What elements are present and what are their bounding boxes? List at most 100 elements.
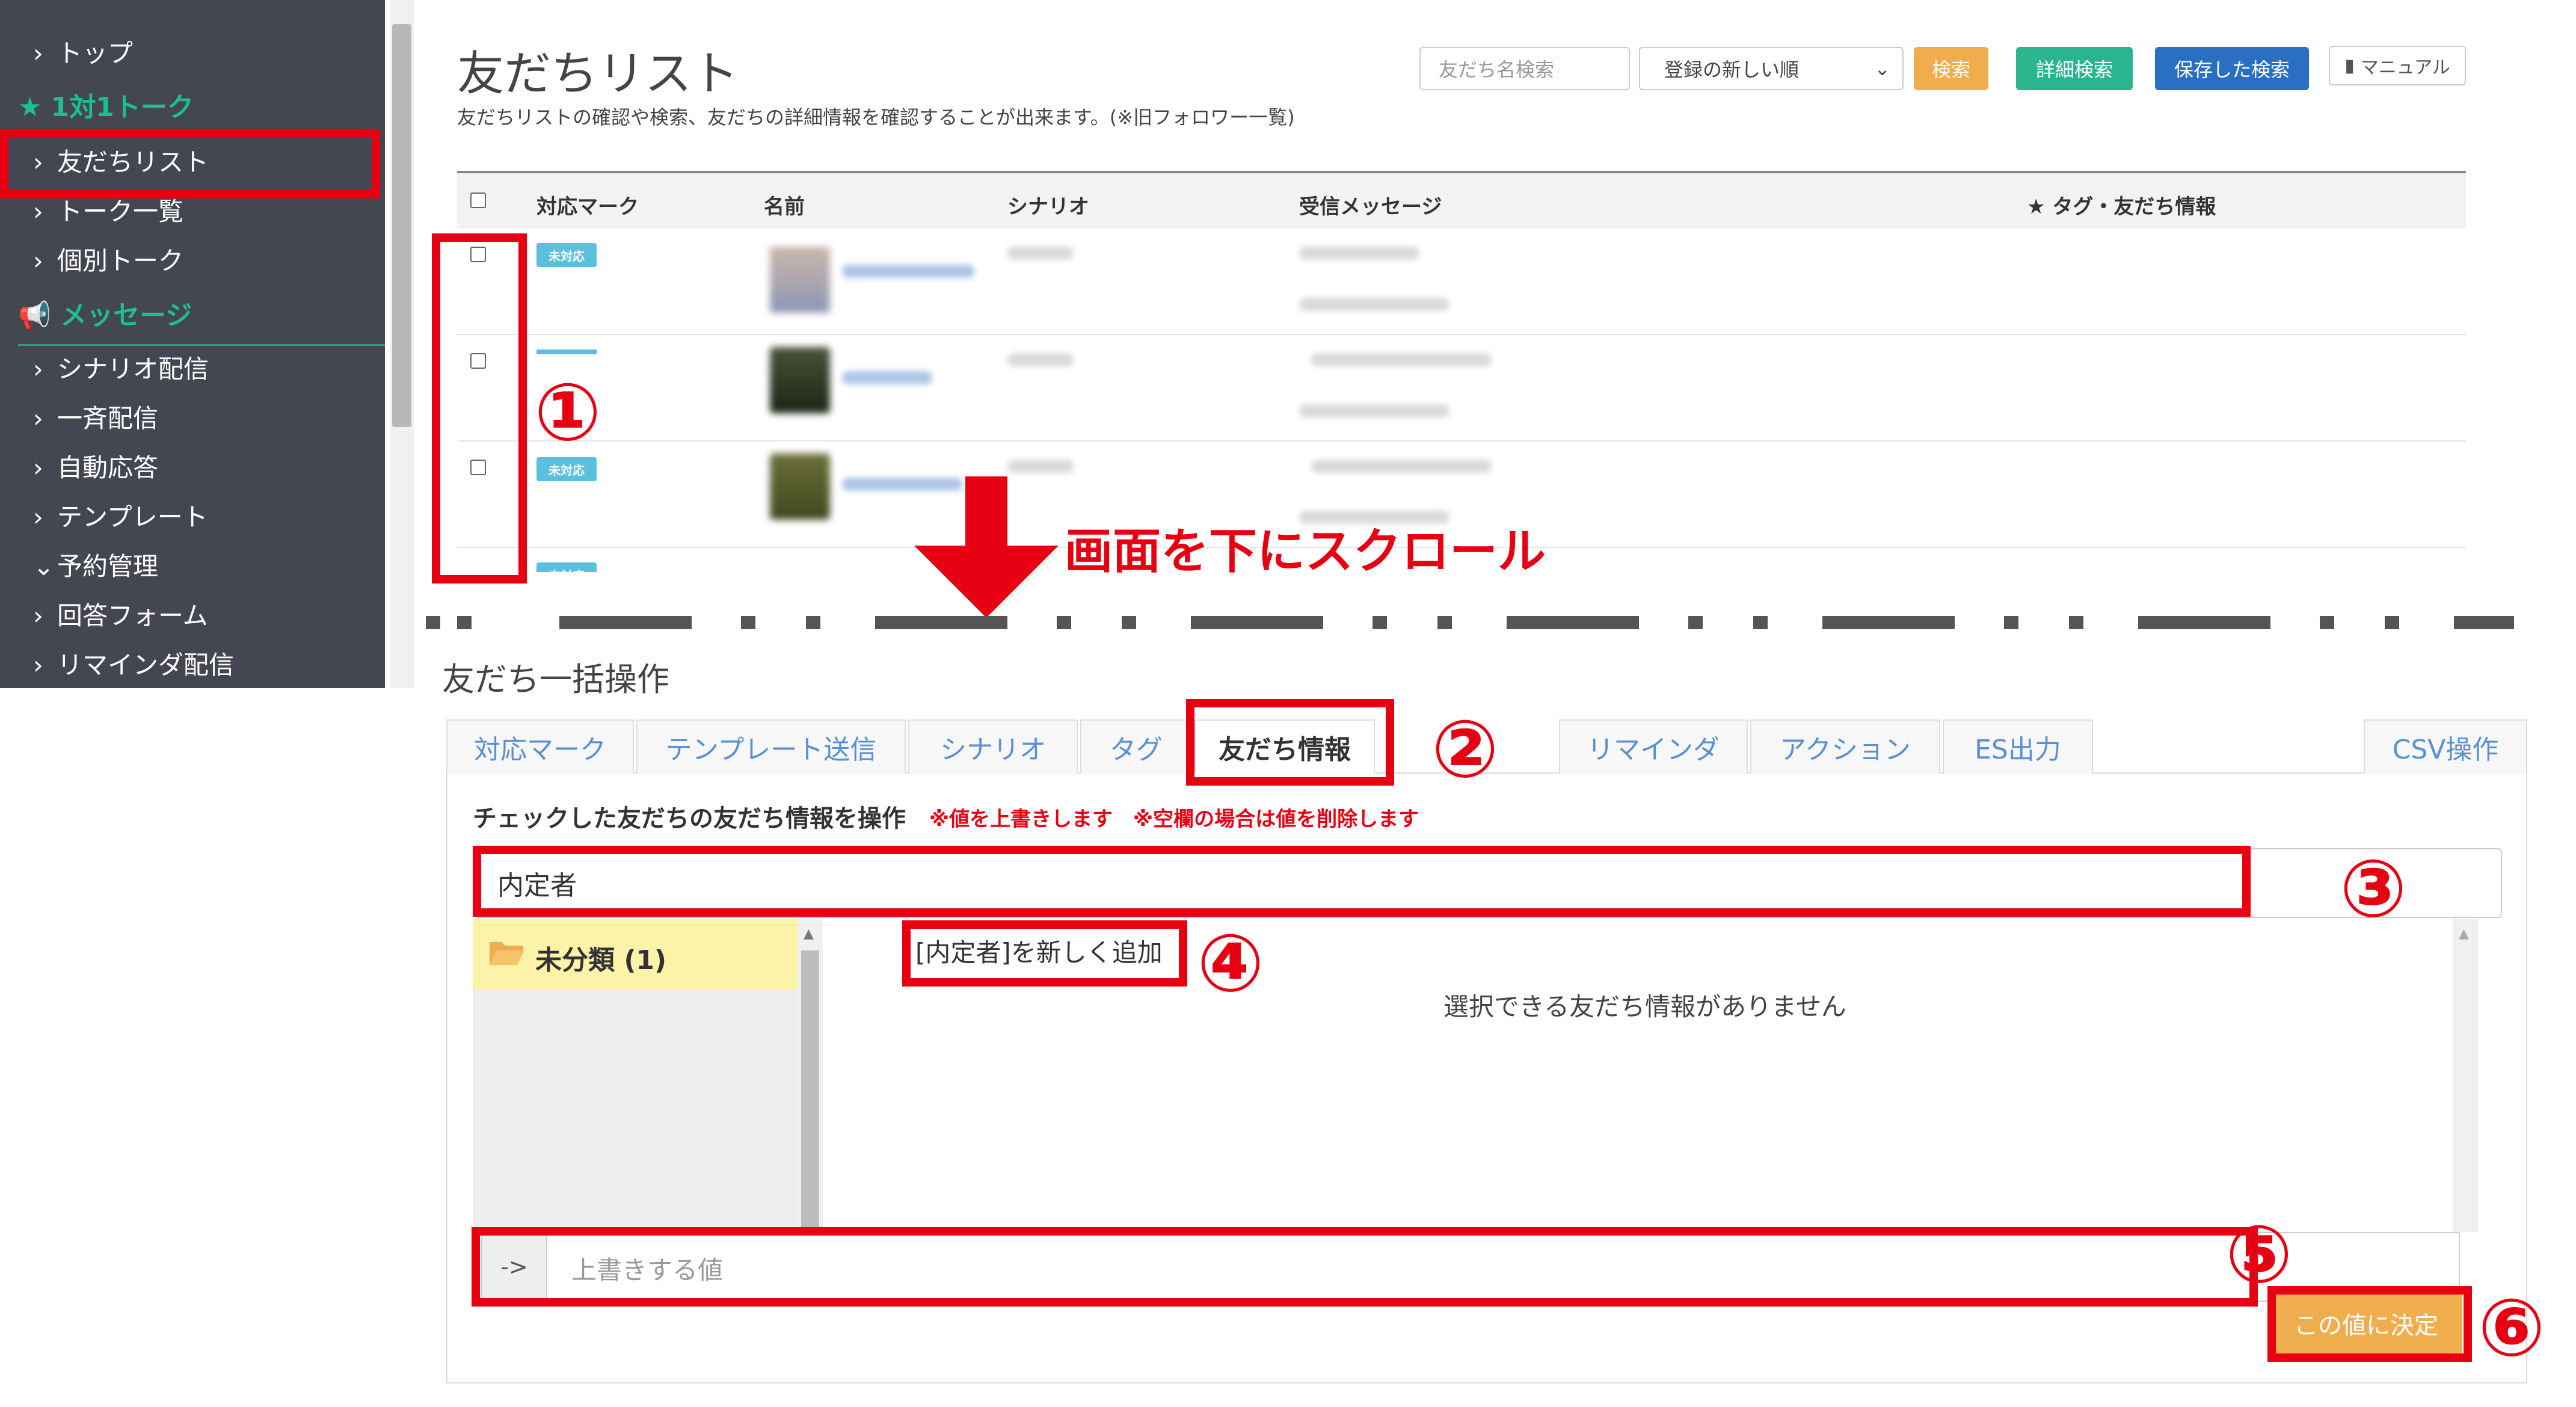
sidebar-item-scenario[interactable]: › シナリオ配信 (33, 349, 209, 386)
folder-open-icon (490, 942, 524, 965)
manual-button[interactable]: ▮ マニュアル (2329, 46, 2466, 85)
status-badge[interactable]: 未対応 (536, 457, 597, 481)
highlight-value-input (472, 1227, 2258, 1307)
sidebar-item-answer-form[interactable]: › 回答フォーム (33, 596, 208, 632)
sidebar-item-label: トップ (57, 38, 134, 68)
friend-search-input[interactable]: 友だち名検索 (1419, 47, 1630, 90)
highlight-friend-list (0, 129, 380, 199)
column-header: シナリオ (1007, 195, 1089, 219)
status-badge[interactable]: 未対応 (536, 243, 597, 267)
divider-dash (2320, 616, 2334, 629)
message-text (1311, 353, 1492, 366)
chevron-right-icon: › (33, 404, 43, 433)
divider-dash (1437, 616, 1452, 629)
divider-dash (741, 616, 755, 629)
highlight-add-option (902, 920, 1187, 987)
status-badge[interactable]: 未対応 (536, 562, 597, 572)
tab-template-send[interactable]: テンプレート送信 (636, 719, 906, 774)
divider-dash (1191, 616, 1323, 629)
chevron-down-icon: ⌄ (1874, 57, 1890, 80)
tab-scenario[interactable]: シナリオ (908, 719, 1078, 774)
step-number: ③ (2340, 843, 2407, 935)
divider-dash (1373, 616, 1387, 629)
tab-tag[interactable]: タグ (1080, 719, 1192, 774)
sidebar-item-reservation[interactable]: ⌄ 予約管理 (33, 546, 158, 583)
sidebar-section-message: 📢 メッセージ (18, 294, 192, 332)
sidebar-scrollbar-thumb[interactable] (392, 24, 411, 427)
sidebar-item-auto-reply[interactable]: › 自動応答 (33, 448, 158, 484)
chevron-right-icon: › (33, 453, 43, 482)
chevron-right-icon: › (33, 38, 43, 68)
divider-dash (1688, 616, 1703, 629)
divider-dash (875, 616, 1007, 629)
sidebar-item-label: テンプレート (57, 502, 208, 532)
scroll-up-icon[interactable]: ▲ (2459, 926, 2469, 941)
column-header: ★ タグ・友だち情報 (2027, 195, 2216, 219)
sidebar-section-1on1: ★ 1対1トーク (18, 85, 194, 124)
highlight-checkboxes (432, 233, 527, 583)
divider-dash (2004, 616, 2018, 629)
category-scrollbar-thumb[interactable] (801, 950, 819, 1232)
friend-name[interactable] (842, 265, 974, 278)
advanced-search-button[interactable]: 詳細検索 (2016, 47, 2133, 90)
page-description: 友だちリストの確認や検索、友だちの詳細情報を確認することが出来ます。(※旧フォロ… (457, 106, 1295, 129)
divider-dash (1057, 616, 1071, 629)
avatar (770, 247, 830, 313)
select-all-checkbox[interactable] (470, 192, 486, 208)
divider-dash (1122, 616, 1136, 629)
table-row[interactable]: 未対応 (457, 229, 2466, 334)
sidebar-item-label: シナリオ配信 (57, 354, 209, 384)
sidebar-section-label: 1対1トーク (51, 92, 194, 123)
tab-csv[interactable]: CSV操作 (2364, 719, 2527, 774)
sort-select[interactable]: 登録の新しい順 ⌄ (1639, 47, 1904, 90)
tab-es-export[interactable]: ES出力 (1943, 719, 2093, 774)
message-date (1299, 404, 1449, 417)
scenario-text (1007, 353, 1074, 366)
divider-dash (2138, 616, 2270, 629)
scroll-up-icon[interactable]: ▲ (804, 926, 814, 941)
status-badge[interactable] (536, 349, 597, 354)
table-header: 対応マーク 名前 シナリオ 受信メッセージ ★ タグ・友だち情報 (457, 171, 2466, 229)
sort-select-value: 登録の新しい順 (1664, 58, 1800, 81)
book-icon: ▮ (2344, 55, 2355, 76)
highlight-input (473, 846, 2251, 917)
highlight-confirm-button (2267, 1286, 2472, 1362)
scenario-text (1007, 247, 1074, 260)
sidebar-item-broadcast[interactable]: › 一斉配信 (33, 398, 158, 435)
divider-dash (2385, 616, 2399, 629)
divider-dash (426, 616, 440, 629)
chevron-right-icon: › (33, 354, 43, 384)
chevron-right-icon: › (33, 197, 43, 226)
empty-message: 選択できる友だち情報がありません (1443, 992, 1846, 1021)
divider-dash (1822, 616, 1955, 629)
sidebar-item-label: 予約管理 (57, 552, 159, 581)
table-row[interactable] (457, 335, 2466, 440)
divider-dash (559, 616, 692, 629)
step-number: ⑥ (2478, 1282, 2545, 1375)
message-text (1311, 460, 1492, 473)
search-button[interactable]: 検索 (1914, 47, 1988, 90)
tab-status-mark[interactable]: 対応マーク (446, 719, 634, 774)
sidebar-item-template[interactable]: › テンプレート (33, 497, 208, 534)
sidebar-item-individual-talk[interactable]: › 個別トーク (33, 241, 183, 277)
divider-dash (2069, 616, 2083, 629)
tab-reminder[interactable]: リマインダ (1559, 719, 1748, 774)
category-label: 未分類 (1) (535, 945, 667, 976)
divider-dash (1507, 616, 1639, 629)
highlight-tab-friend-info (1186, 699, 1394, 786)
step-number: ⑤ (2225, 1208, 2293, 1301)
column-header: 受信メッセージ (1299, 195, 1442, 219)
divider-dash (2454, 616, 2514, 629)
options-scrollbar[interactable] (2453, 919, 2478, 1232)
friend-name[interactable] (842, 371, 932, 384)
step-number: ① (534, 366, 601, 459)
arrow-down-icon (914, 476, 1059, 618)
chevron-right-icon: › (33, 601, 43, 630)
sidebar-item-reminder[interactable]: › リマインダ配信 (33, 645, 234, 682)
sidebar-item-label: リマインダ配信 (57, 650, 235, 680)
tab-action[interactable]: アクション (1750, 719, 1940, 774)
sidebar-item-top[interactable]: › トップ (33, 33, 133, 70)
sidebar-section-label: メッセージ (60, 300, 192, 331)
sidebar-item-label: 個別トーク (57, 246, 184, 276)
saved-search-button[interactable]: 保存した検索 (2155, 47, 2309, 90)
